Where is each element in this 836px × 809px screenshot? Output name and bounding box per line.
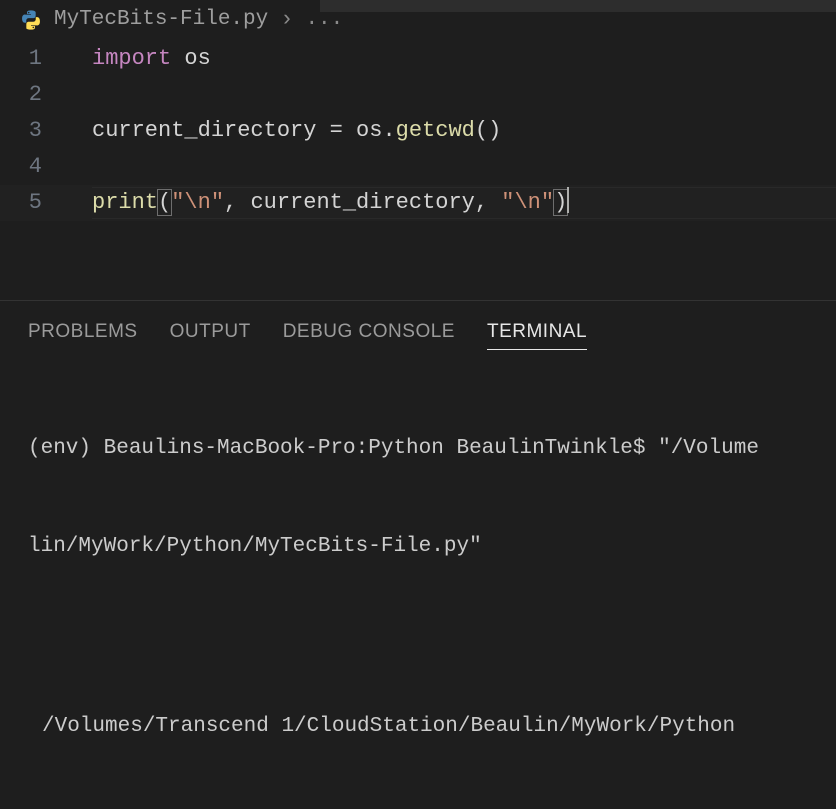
panel-tab-bar: PROBLEMS OUTPUT DEBUG CONSOLE TERMINAL (0, 301, 836, 358)
code-content[interactable]: import os (70, 41, 211, 77)
line-number: 3 (0, 113, 70, 149)
bottom-panel: PROBLEMS OUTPUT DEBUG CONSOLE TERMINAL (… (0, 300, 836, 528)
tab-terminal[interactable]: TERMINAL (487, 321, 587, 350)
code-line[interactable]: 4 (0, 149, 836, 185)
bracket-close: ) (553, 189, 568, 216)
code-line[interactable]: 3 current_directory = os.getcwd() (0, 113, 836, 149)
terminal-line: lin/MyWork/Python/MyTecBits-File.py" (28, 531, 818, 564)
code-content[interactable]: print("\n", current_directory, "\n") (70, 185, 569, 221)
code-editor[interactable]: 1 import os 2 3 current_directory = os.g… (0, 41, 836, 221)
bracket-open: ( (157, 189, 172, 216)
python-file-icon (20, 9, 42, 31)
terminal-blank (28, 628, 818, 646)
tab-debug-console[interactable]: DEBUG CONSOLE (283, 321, 455, 350)
line-number: 4 (0, 149, 70, 185)
inactive-tab-strip (320, 0, 836, 12)
tab-output[interactable]: OUTPUT (170, 321, 251, 350)
tab-problems[interactable]: PROBLEMS (28, 321, 138, 350)
line-number: 1 (0, 41, 70, 77)
text-cursor (567, 187, 569, 213)
code-line[interactable]: 2 (0, 77, 836, 113)
terminal-output[interactable]: (env) Beaulins-MacBook-Pro:Python Beauli… (0, 358, 836, 809)
terminal-line: /Volumes/Transcend 1/CloudStation/Beauli… (28, 711, 818, 744)
line-number: 2 (0, 77, 70, 113)
chevron-right-icon: › (280, 9, 293, 31)
code-line[interactable]: 1 import os (0, 41, 836, 77)
terminal-line: (env) Beaulins-MacBook-Pro:Python Beauli… (28, 433, 818, 466)
code-line[interactable]: 5 print("\n", current_directory, "\n") (0, 185, 836, 221)
breadcrumb-filename[interactable]: MyTecBits-File.py (54, 8, 268, 31)
code-content[interactable]: current_directory = os.getcwd() (70, 113, 501, 149)
line-number: 5 (0, 185, 70, 221)
